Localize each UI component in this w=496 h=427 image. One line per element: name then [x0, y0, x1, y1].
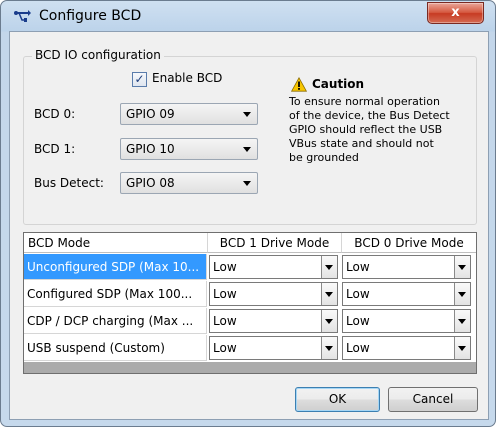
chevron-down-icon: [243, 181, 251, 186]
column-header-bcd1-drive[interactable]: BCD 1 Drive Mode: [208, 233, 342, 253]
bcd0-label: BCD 0:: [34, 107, 76, 121]
table-row[interactable]: CDP / DCP charging (Max ... Low Low: [24, 308, 476, 335]
caution-text-line: To ensure normal operation: [289, 95, 440, 108]
bus-detect-label: Bus Detect:: [34, 176, 104, 190]
bcd1-drive-value: Low: [213, 341, 237, 355]
dialog-window: Configure BCD x BCD IO configuration ✓ E…: [0, 0, 496, 427]
chevron-down-icon: [243, 112, 251, 117]
dropdown-button[interactable]: [321, 310, 337, 332]
cancel-button[interactable]: Cancel: [388, 387, 478, 412]
bcd1-drive-select[interactable]: Low: [209, 282, 338, 306]
bcd-mode-table: BCD Mode BCD 1 Drive Mode BCD 0 Drive Mo…: [23, 232, 477, 374]
chevron-down-icon: [325, 265, 333, 270]
bcd0-drive-value: Low: [346, 260, 370, 274]
dialog-client: BCD IO configuration ✓ Enable BCD BCD 0:…: [9, 31, 489, 420]
caution-text-line: GPIO should reflect the USB: [289, 123, 443, 136]
bcd1-drive-select[interactable]: Low: [209, 309, 338, 333]
groupbox-title: BCD IO configuration: [32, 48, 164, 62]
bcd0-drive-select[interactable]: Low: [342, 282, 471, 306]
caution-text-line: of the device, the Bus Detect: [289, 109, 450, 122]
dropdown-button[interactable]: [454, 256, 470, 278]
bcd-mode-cell[interactable]: Unconfigured SDP (Max 10...: [24, 254, 207, 280]
table-row[interactable]: USB suspend (Custom) Low Low: [24, 335, 476, 362]
usb-plug-icon: [14, 10, 31, 22]
bcd1-label: BCD 1:: [34, 142, 76, 156]
bcd-io-groupbox: BCD IO configuration ✓ Enable BCD BCD 0:…: [23, 48, 477, 225]
bcd1-drive-value: Low: [213, 287, 237, 301]
bcd1-drive-value: Low: [213, 260, 237, 274]
bcd0-drive-value: Low: [346, 314, 370, 328]
bcd-mode-cell[interactable]: USB suspend (Custom): [24, 335, 207, 361]
caution-title: Caution: [312, 77, 365, 91]
bcd1-value: GPIO 10: [126, 142, 175, 156]
chevron-down-icon: [325, 346, 333, 351]
caution-text-line: VBus state and should not: [289, 137, 434, 150]
table-row[interactable]: Unconfigured SDP (Max 10... Low Low: [24, 254, 476, 281]
chevron-down-icon: [325, 319, 333, 324]
table-header: BCD Mode BCD 1 Drive Mode BCD 0 Drive Mo…: [24, 233, 476, 254]
column-header-bcd0-drive[interactable]: BCD 0 Drive Mode: [342, 233, 476, 253]
warning-triangle-icon: [291, 77, 307, 92]
bcd0-drive-select[interactable]: Low: [342, 309, 471, 333]
bcd-mode-cell[interactable]: Configured SDP (Max 100...: [24, 281, 207, 307]
table-row[interactable]: Configured SDP (Max 100... Low Low: [24, 281, 476, 308]
bcd0-select[interactable]: GPIO 09: [120, 103, 258, 125]
chevron-down-icon: [243, 147, 251, 152]
dropdown-button[interactable]: [454, 310, 470, 332]
chevron-down-icon: [325, 292, 333, 297]
bus-detect-select[interactable]: GPIO 08: [120, 172, 258, 194]
bcd-mode-cell[interactable]: CDP / DCP charging (Max ...: [24, 308, 207, 334]
enable-bcd-checkbox[interactable]: ✓: [132, 72, 147, 87]
bcd0-drive-select[interactable]: Low: [342, 255, 471, 279]
window-title: Configure BCD: [39, 8, 142, 24]
bcd0-drive-value: Low: [346, 341, 370, 355]
column-header-bcd-mode[interactable]: BCD Mode: [24, 233, 208, 253]
bcd1-select[interactable]: GPIO 10: [120, 138, 258, 160]
caution-text-line: be grounded: [289, 151, 359, 164]
bus-detect-value: GPIO 08: [126, 176, 175, 190]
bcd1-drive-select[interactable]: Low: [209, 255, 338, 279]
dropdown-button[interactable]: [321, 256, 337, 278]
bcd1-drive-select[interactable]: Low: [209, 336, 338, 360]
chevron-down-icon: [458, 319, 466, 324]
dropdown-button[interactable]: [454, 337, 470, 359]
close-button[interactable]: x: [427, 2, 484, 24]
bcd0-value: GPIO 09: [126, 107, 175, 121]
enable-bcd-label[interactable]: Enable BCD: [152, 71, 222, 85]
chevron-down-icon: [458, 265, 466, 270]
bcd0-drive-select[interactable]: Low: [342, 336, 471, 360]
dropdown-button[interactable]: [321, 337, 337, 359]
dropdown-button[interactable]: [454, 283, 470, 305]
chevron-down-icon: [458, 346, 466, 351]
ok-button[interactable]: OK: [295, 387, 380, 412]
title-bar[interactable]: Configure BCD x: [1, 1, 495, 31]
bcd1-drive-value: Low: [213, 314, 237, 328]
bcd0-drive-value: Low: [346, 287, 370, 301]
dropdown-button[interactable]: [321, 283, 337, 305]
close-icon: x: [451, 5, 460, 20]
chevron-down-icon: [458, 292, 466, 297]
